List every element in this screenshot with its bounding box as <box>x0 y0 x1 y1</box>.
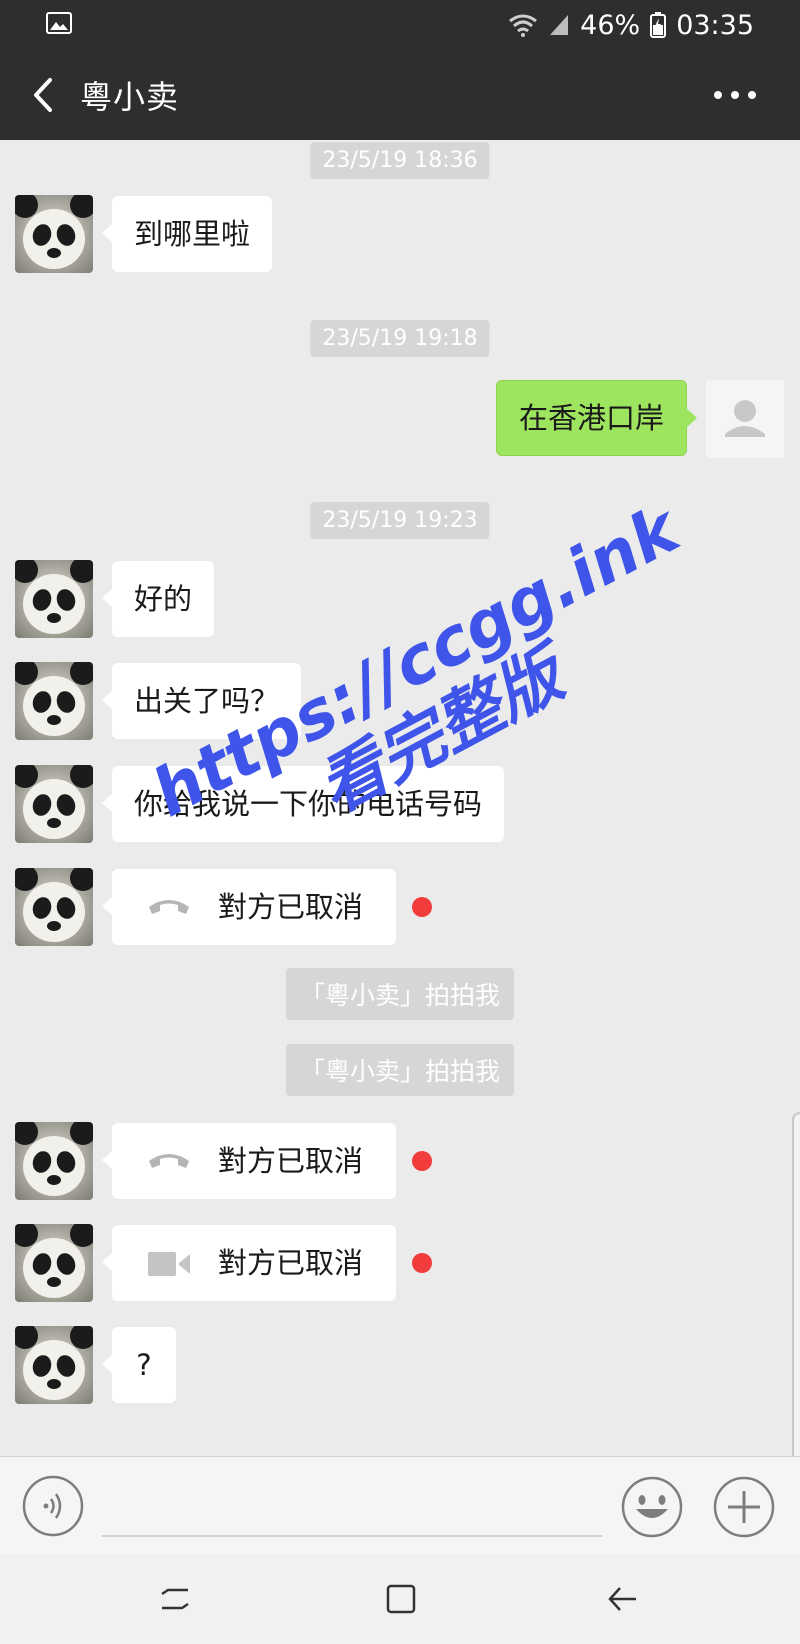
signal-icon <box>550 15 569 35</box>
wifi-icon <box>509 14 538 37</box>
emoji-icon[interactable] <box>620 1475 684 1539</box>
call-status: 對方已取消 <box>218 1144 364 1178</box>
panda-avatar-icon <box>15 195 93 273</box>
voice-call-bubble[interactable]: 對方已取消 <box>102 1123 396 1199</box>
avatar[interactable] <box>15 560 93 638</box>
call-status: 對方已取消 <box>218 890 364 924</box>
message-bubble[interactable]: 你给我说一下你的电话号码 <box>101 766 505 842</box>
avatar[interactable] <box>15 868 93 946</box>
message-bubble[interactable]: 出关了吗？ <box>101 663 302 739</box>
more-dots-icon[interactable] <box>710 80 760 110</box>
phone-icon <box>149 1154 189 1168</box>
avatar[interactable] <box>15 1326 93 1404</box>
chat-header: 粵小卖 <box>0 50 800 140</box>
panda-avatar-icon <box>15 1224 93 1302</box>
voice-call-bubble[interactable]: 對方已取消 <box>102 869 396 945</box>
panda-avatar-icon <box>15 765 93 843</box>
avatar[interactable] <box>15 662 93 740</box>
timestamp: 23/5/19 19:18 <box>310 320 490 357</box>
plus-icon[interactable] <box>712 1475 776 1539</box>
unread-dot <box>412 1151 432 1171</box>
video-camera-icon <box>148 1252 190 1276</box>
status-bar: 46% 03:35 <box>0 0 800 50</box>
system-message: 「粵小卖」拍拍我 <box>285 1044 515 1096</box>
avatar[interactable] <box>15 195 93 273</box>
input-bar <box>0 1456 800 1554</box>
recent-apps-icon[interactable] <box>158 1582 192 1616</box>
battery-percent: 46% <box>580 9 641 41</box>
message-input[interactable] <box>102 1535 602 1537</box>
avatar[interactable] <box>15 765 93 843</box>
timestamp: 23/5/19 18:36 <box>310 142 490 179</box>
panda-avatar-icon <box>15 560 93 638</box>
status-right-group: 46% 03:35 <box>508 8 754 42</box>
chevron-left-icon[interactable] <box>24 74 64 116</box>
message-bubble[interactable]: ? <box>102 1327 176 1403</box>
scroll-handle[interactable] <box>792 1112 800 1508</box>
chat-title: 粵小卖 <box>80 78 180 116</box>
video-call-bubble[interactable]: 對方已取消 <box>102 1225 396 1301</box>
call-status: 對方已取消 <box>218 1246 364 1280</box>
panda-avatar-icon <box>15 1326 93 1404</box>
home-icon[interactable] <box>384 1582 418 1616</box>
system-nav-bar <box>0 1554 800 1644</box>
avatar[interactable] <box>15 1224 93 1302</box>
image-icon <box>46 12 72 34</box>
avatar[interactable] <box>706 380 784 458</box>
message-bubble[interactable]: 好的 <box>101 561 215 637</box>
panda-avatar-icon <box>15 662 93 740</box>
system-message: 「粵小卖」拍拍我 <box>285 968 515 1020</box>
voice-icon[interactable] <box>22 1475 84 1537</box>
back-icon[interactable] <box>606 1582 640 1616</box>
panda-avatar-icon <box>15 1122 93 1200</box>
unread-dot <box>412 897 432 917</box>
message-bubble[interactable]: 到哪里啦 <box>101 196 273 272</box>
avatar[interactable] <box>15 1122 93 1200</box>
default-user-icon <box>706 380 784 458</box>
unread-dot <box>412 1253 432 1273</box>
battery-icon <box>650 12 667 38</box>
panda-avatar-icon <box>15 868 93 946</box>
message-bubble-outgoing[interactable]: 在香港口岸 <box>496 380 698 456</box>
clock: 03:35 <box>676 9 754 41</box>
timestamp: 23/5/19 19:23 <box>310 502 490 539</box>
message-list[interactable]: 23/5/19 18:36 到哪里啦 23/5/19 19:18 在香港口岸 2… <box>0 140 800 1508</box>
phone-icon <box>149 900 189 914</box>
